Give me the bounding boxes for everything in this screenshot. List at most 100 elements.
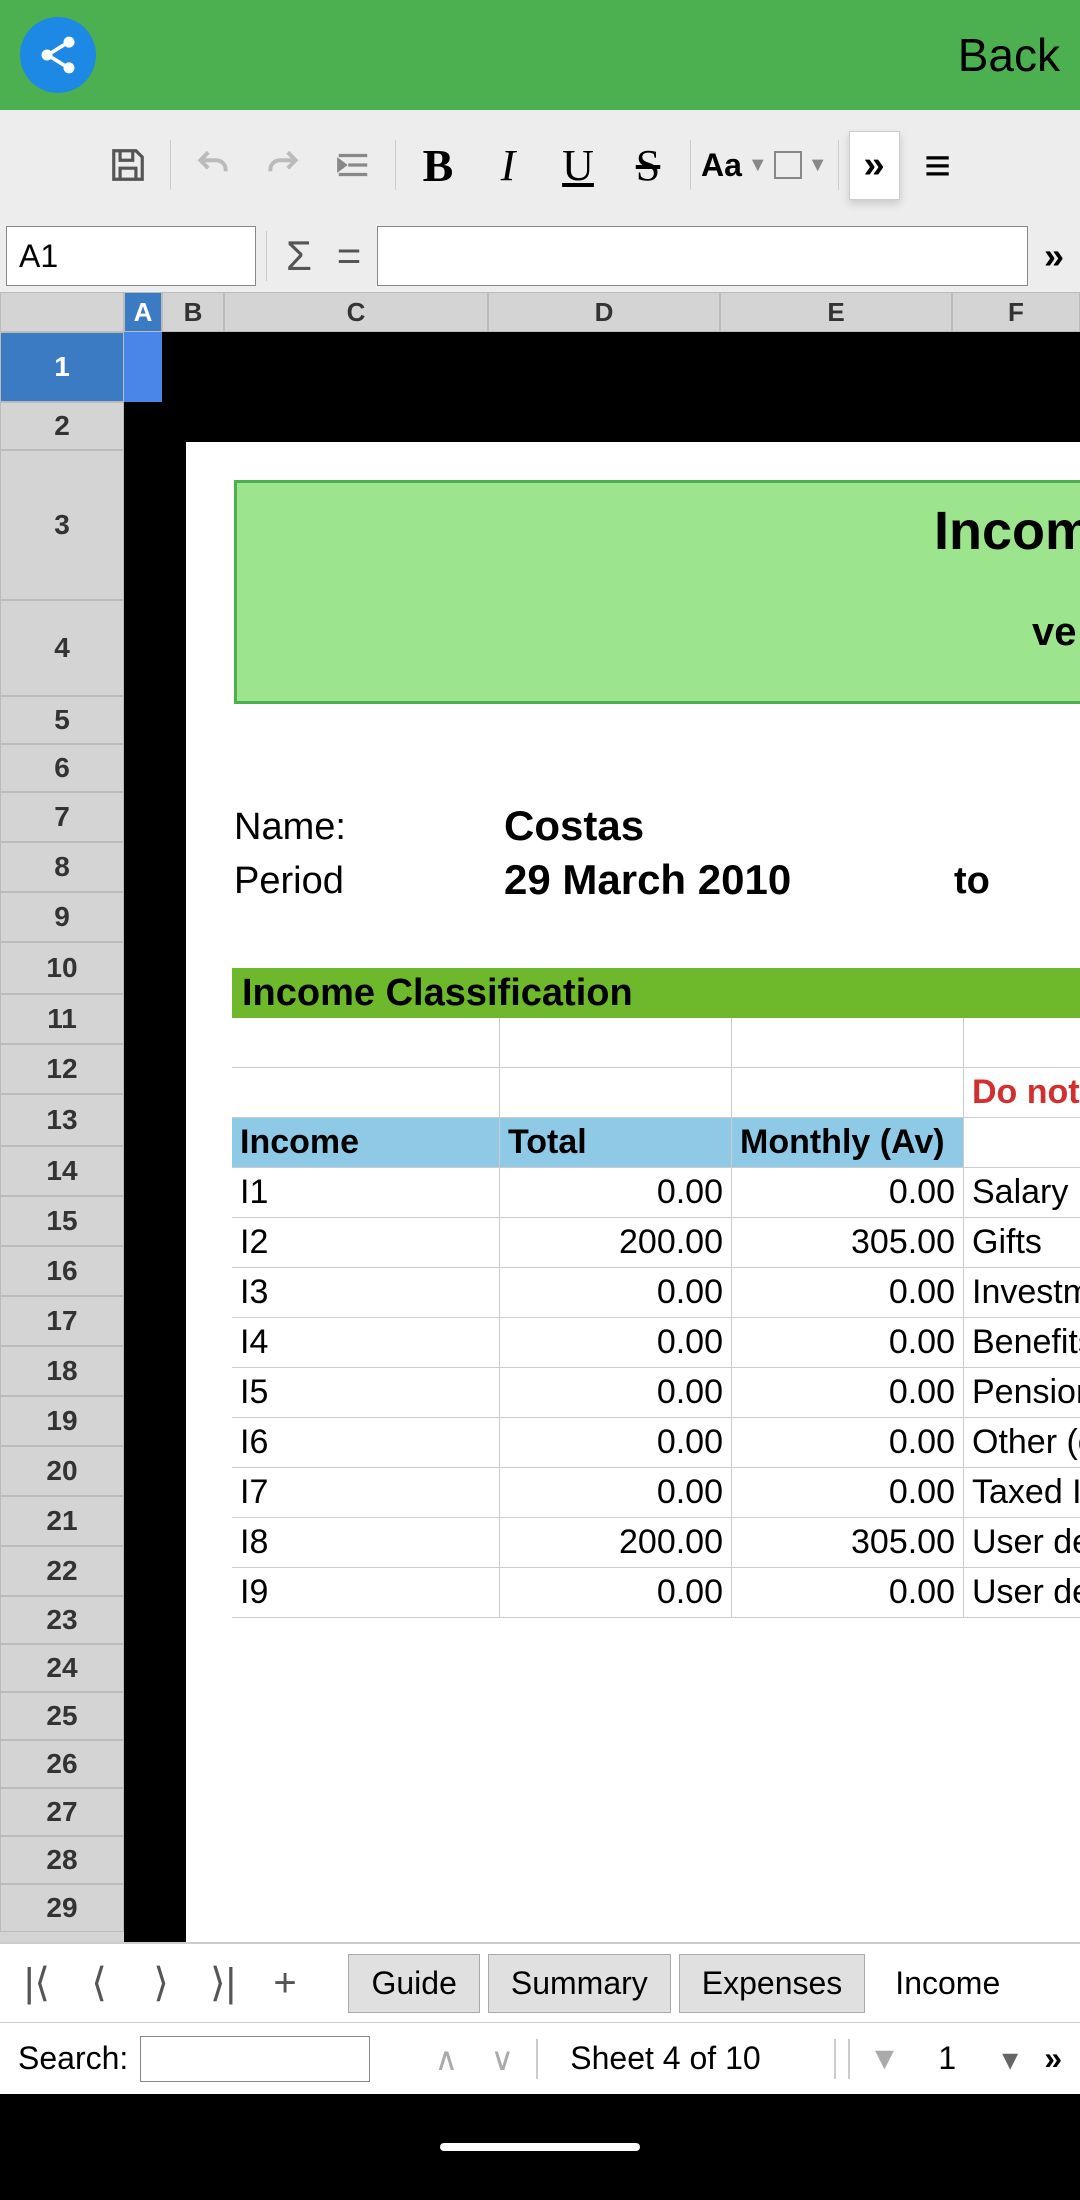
save-button[interactable] [96, 133, 160, 197]
row-header-1[interactable]: 1 [0, 332, 124, 402]
back-button[interactable]: Back [958, 28, 1060, 82]
font-dropdown[interactable]: Aa ▼ [701, 133, 768, 197]
income-total[interactable]: 200.00 [500, 1518, 732, 1567]
row-header-10[interactable]: 10 [0, 942, 124, 994]
cell-grid[interactable]: Incom ve Name: Costas Period 29 March 20… [124, 332, 1080, 1942]
income-desc[interactable]: Pension [964, 1368, 1080, 1417]
income-id[interactable]: I7 [232, 1468, 500, 1517]
income-desc[interactable]: Taxed Int [964, 1468, 1080, 1517]
menu-button[interactable]: ≡ [906, 133, 970, 197]
search-input[interactable] [140, 2036, 370, 2082]
row-header-12[interactable]: 12 [0, 1044, 124, 1094]
row-header-6[interactable]: 6 [0, 744, 124, 792]
column-header-B[interactable]: B [162, 292, 224, 332]
income-monthly[interactable]: 0.00 [732, 1368, 964, 1417]
row-header-4[interactable]: 4 [0, 600, 124, 696]
income-total[interactable]: 0.00 [500, 1168, 732, 1217]
prev-sheet-button[interactable]: ⟨ [72, 1960, 126, 2006]
income-desc[interactable]: Benefits [964, 1318, 1080, 1367]
income-id[interactable]: I8 [232, 1518, 500, 1567]
row-header-26[interactable]: 26 [0, 1740, 124, 1788]
row-header-17[interactable]: 17 [0, 1296, 124, 1346]
highlight-dropdown[interactable]: ▼ [774, 133, 828, 197]
income-desc[interactable]: Investme [964, 1268, 1080, 1317]
cell-reference-input[interactable] [6, 226, 256, 286]
row-header-15[interactable]: 15 [0, 1196, 124, 1246]
row-header-16[interactable]: 16 [0, 1246, 124, 1296]
row-header-3[interactable]: 3 [0, 450, 124, 600]
redo-button[interactable] [251, 133, 315, 197]
tab-summary[interactable]: Summary [488, 1954, 671, 2013]
income-monthly[interactable]: 305.00 [732, 1518, 964, 1567]
add-sheet-button[interactable]: + [258, 1961, 312, 2006]
income-desc[interactable]: User defi [964, 1518, 1080, 1567]
row-header-21[interactable]: 21 [0, 1496, 124, 1546]
row-header-19[interactable]: 19 [0, 1396, 124, 1446]
active-cell-A1[interactable] [124, 332, 162, 402]
undo-button[interactable] [181, 133, 245, 197]
income-total[interactable]: 0.00 [500, 1468, 732, 1517]
row-header-2[interactable]: 2 [0, 402, 124, 450]
share-button[interactable] [20, 17, 96, 93]
next-sheet-button[interactable]: ⟩ [134, 1960, 188, 2006]
formula-expand-button[interactable]: » [1034, 235, 1074, 277]
income-id[interactable]: I3 [232, 1268, 500, 1317]
income-desc[interactable]: User defi [964, 1568, 1080, 1617]
chevron-down-icon[interactable]: ▼ [862, 2040, 906, 2077]
row-header-27[interactable]: 27 [0, 1788, 124, 1836]
tab-guide[interactable]: Guide [348, 1954, 479, 2013]
indent-button[interactable] [321, 133, 385, 197]
row-header-8[interactable]: 8 [0, 842, 124, 892]
income-id[interactable]: I4 [232, 1318, 500, 1367]
income-id[interactable]: I1 [232, 1168, 500, 1217]
income-total[interactable]: 0.00 [500, 1418, 732, 1467]
statusbar-expand-button[interactable]: » [1044, 2040, 1062, 2077]
income-monthly[interactable]: 0.00 [732, 1468, 964, 1517]
row-header-14[interactable]: 14 [0, 1146, 124, 1196]
income-id[interactable]: I9 [232, 1568, 500, 1617]
row-header-5[interactable]: 5 [0, 696, 124, 744]
toolbar-expand-button[interactable]: » [849, 131, 900, 200]
income-desc[interactable]: Salary [964, 1168, 1080, 1217]
sum-button[interactable]: Σ [277, 232, 321, 280]
bold-button[interactable]: B [406, 133, 470, 197]
row-header-24[interactable]: 24 [0, 1644, 124, 1692]
row-header-11[interactable]: 11 [0, 994, 124, 1044]
row-header-13[interactable]: 13 [0, 1094, 124, 1146]
row-header-28[interactable]: 28 [0, 1836, 124, 1884]
income-total[interactable]: 0.00 [500, 1268, 732, 1317]
column-header-D[interactable]: D [488, 292, 720, 332]
income-total[interactable]: 0.00 [500, 1368, 732, 1417]
home-indicator[interactable] [440, 2143, 640, 2151]
income-id[interactable]: I6 [232, 1418, 500, 1467]
income-total[interactable]: 200.00 [500, 1218, 732, 1267]
strikethrough-button[interactable]: S [616, 133, 680, 197]
income-id[interactable]: I2 [232, 1218, 500, 1267]
income-monthly[interactable]: 0.00 [732, 1418, 964, 1467]
income-monthly[interactable]: 0.00 [732, 1568, 964, 1617]
row-header-9[interactable]: 9 [0, 892, 124, 942]
formula-input[interactable] [377, 226, 1028, 286]
row-header-18[interactable]: 18 [0, 1346, 124, 1396]
income-id[interactable]: I5 [232, 1368, 500, 1417]
column-header-E[interactable]: E [720, 292, 952, 332]
tab-income[interactable]: Income [873, 1955, 1022, 2012]
income-monthly[interactable]: 0.00 [732, 1268, 964, 1317]
underline-button[interactable]: U [546, 133, 610, 197]
column-header-F[interactable]: F [952, 292, 1080, 332]
last-sheet-button[interactable]: ⟩| [196, 1960, 250, 2006]
header-monthly[interactable]: Monthly (Av) [732, 1118, 964, 1167]
income-desc[interactable]: Gifts [964, 1218, 1080, 1267]
search-prev-button[interactable]: ∧ [424, 2040, 468, 2078]
income-total[interactable]: 0.00 [500, 1568, 732, 1617]
equals-button[interactable]: = [327, 232, 371, 280]
select-all-corner[interactable] [0, 292, 124, 332]
tab-expenses[interactable]: Expenses [679, 1954, 866, 2013]
chevron-down-icon[interactable]: ▾ [988, 2040, 1032, 2078]
row-header-23[interactable]: 23 [0, 1596, 124, 1644]
row-header-7[interactable]: 7 [0, 792, 124, 842]
row-header-20[interactable]: 20 [0, 1446, 124, 1496]
first-sheet-button[interactable]: |⟨ [10, 1960, 64, 2006]
column-header-C[interactable]: C [224, 292, 488, 332]
income-desc[interactable]: Other (ca [964, 1418, 1080, 1467]
